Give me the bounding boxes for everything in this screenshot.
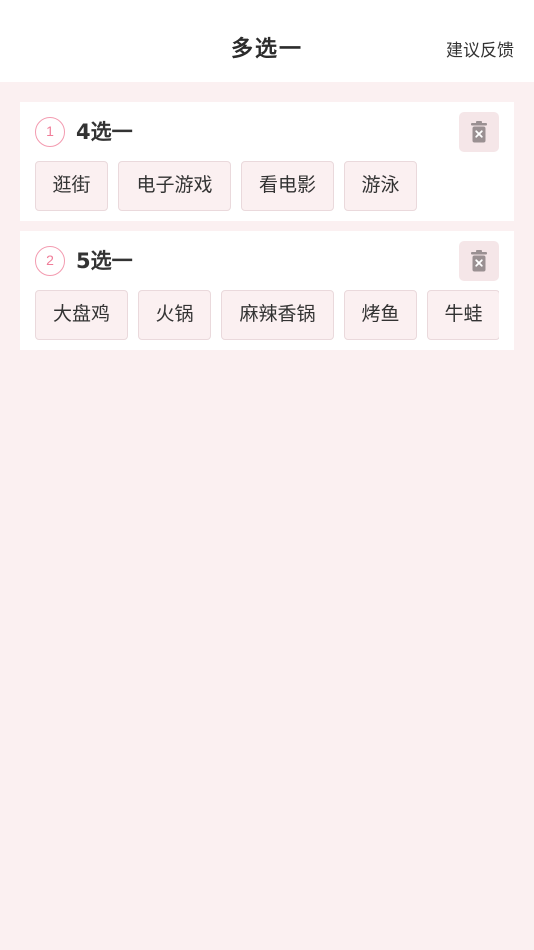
- option-chip[interactable]: 游泳: [344, 161, 417, 211]
- option-chip[interactable]: 火锅: [138, 290, 211, 340]
- group-index-badge: 1: [35, 117, 65, 147]
- option-chip[interactable]: 看电影: [241, 161, 334, 211]
- nav-bar: 多选一 建议反馈: [0, 0, 534, 82]
- delete-group-button[interactable]: [459, 112, 499, 152]
- choice-group-card: 2 5选一 大盘鸡 火锅 麻辣香锅 烤鱼 牛蛙: [20, 231, 514, 350]
- group-index-badge: 2: [35, 246, 65, 276]
- option-chip[interactable]: 大盘鸡: [35, 290, 128, 340]
- group-title: 5选一: [76, 249, 133, 273]
- option-chip[interactable]: 麻辣香锅: [221, 290, 334, 340]
- option-list: 逛街 电子游戏 看电影 游泳: [35, 161, 499, 213]
- option-chip[interactable]: 牛蛙: [427, 290, 499, 340]
- option-list: 大盘鸡 火锅 麻辣香锅 烤鱼 牛蛙: [35, 290, 499, 342]
- option-chip[interactable]: 逛街: [35, 161, 108, 211]
- feedback-link[interactable]: 建议反馈: [446, 36, 514, 61]
- choice-group-card: 1 4选一 逛街 电子游戏 看电影 游泳: [20, 102, 514, 221]
- trash-icon: [471, 250, 487, 272]
- option-chip[interactable]: 烤鱼: [344, 290, 417, 340]
- group-title: 4选一: [76, 120, 133, 144]
- option-chip[interactable]: 电子游戏: [118, 161, 231, 211]
- trash-icon: [471, 121, 487, 143]
- delete-group-button[interactable]: [459, 241, 499, 281]
